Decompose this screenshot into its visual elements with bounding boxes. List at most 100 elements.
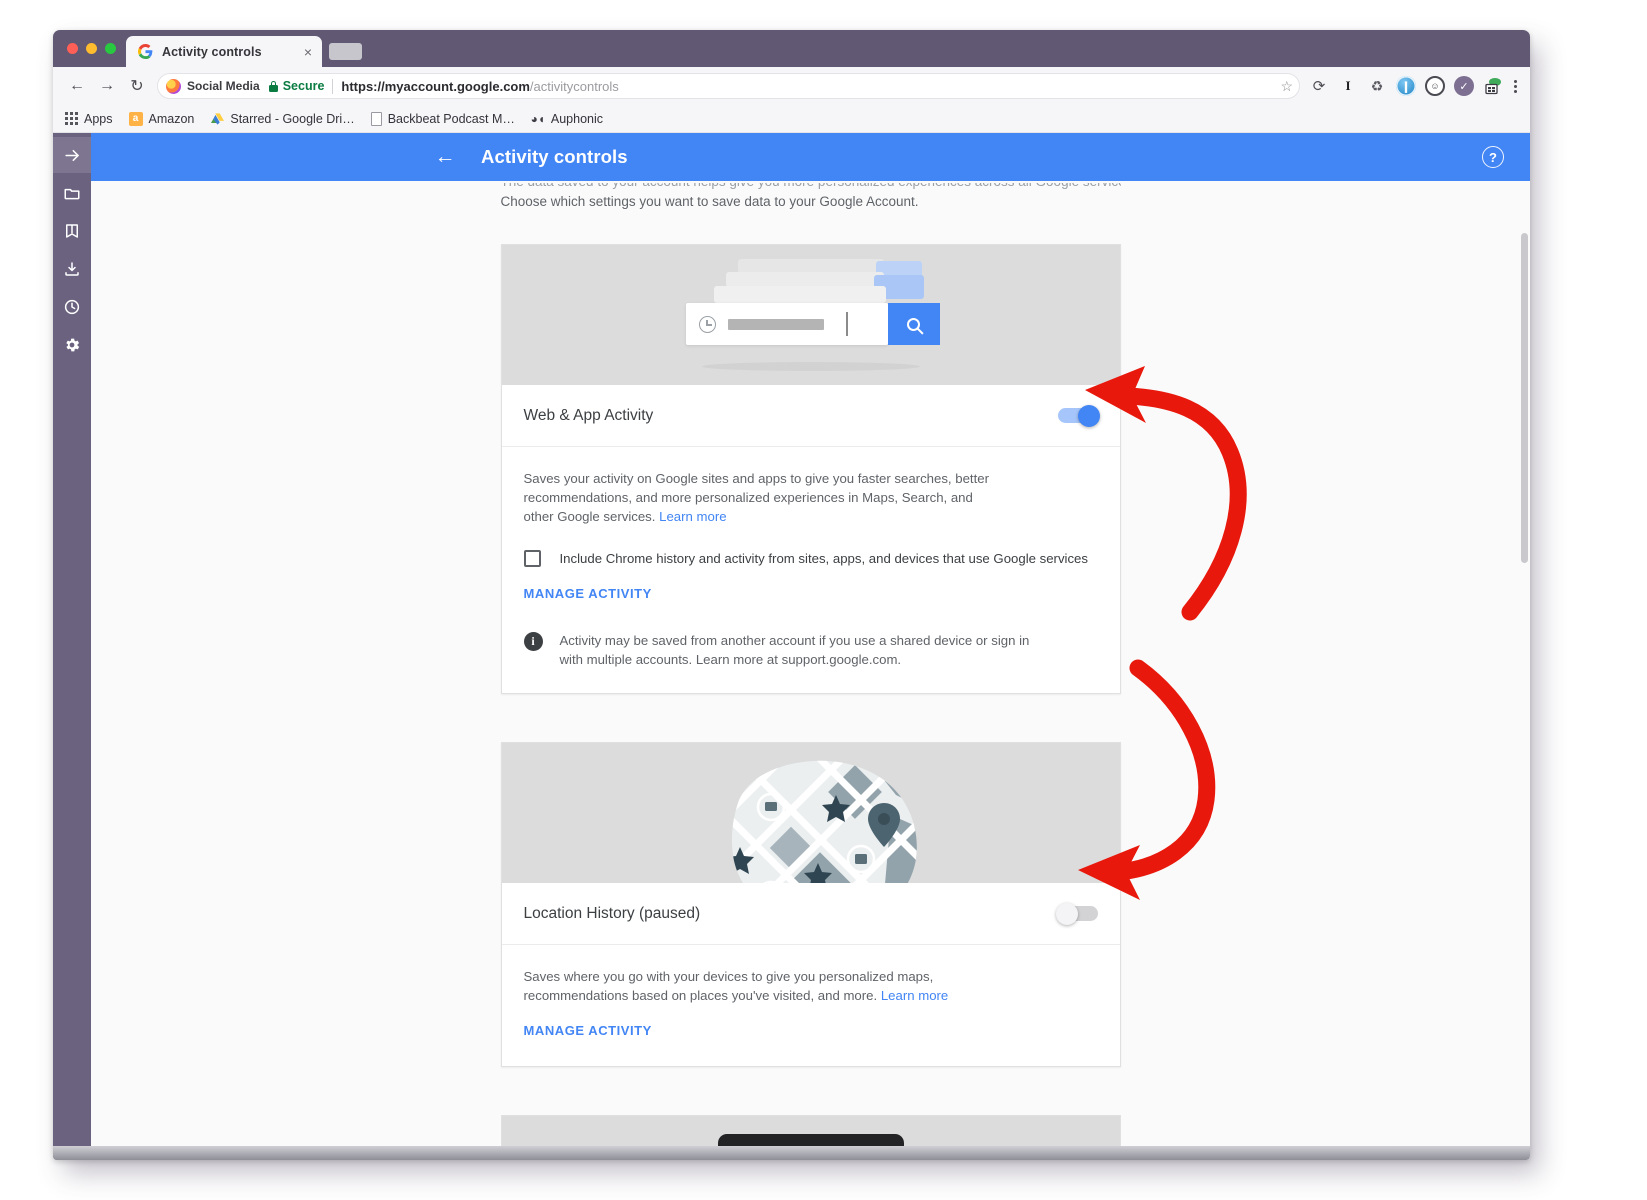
new-tab-placeholder[interactable] (329, 43, 362, 60)
face-extension-icon[interactable]: ☺ (1425, 76, 1445, 96)
page-scrollbar[interactable] (1521, 233, 1528, 563)
maximize-window-button[interactable] (105, 43, 116, 54)
profile-chip[interactable]: Social Media (166, 78, 269, 94)
card-description: Saves your activity on Google sites and … (524, 469, 1004, 526)
secure-indicator[interactable]: Secure (268, 79, 333, 93)
bookmark-backbeat-podcast[interactable]: Backbeat Podcast M… (370, 111, 515, 126)
address-bar[interactable]: Social Media Secure https://myaccount.go… (157, 73, 1300, 99)
close-tab-button[interactable]: × (302, 45, 314, 59)
card-description: Saves where you go with your devices to … (524, 967, 1004, 1005)
url-text: https://myaccount.google.com/activitycon… (341, 79, 618, 94)
location-history-card: Location History (paused) Saves where yo… (500, 742, 1121, 1067)
tab-title: Activity controls (162, 44, 262, 59)
bookmark-label: Auphonic (550, 111, 603, 126)
auphonic-icon: ◕◖ (530, 111, 546, 126)
profile-name: Social Media (187, 79, 260, 93)
web-app-activity-toggle[interactable] (1057, 404, 1100, 427)
page-root: Activity controls × ← → ↻ Social Media S… (0, 0, 1647, 1200)
reload-button[interactable]: ↻ (123, 72, 151, 100)
intro-text: The data saved to your account helps giv… (501, 181, 1121, 212)
intro-line-2: Choose which settings you want to save d… (500, 194, 919, 209)
web-page-content: ← Activity controls ? The data saved to … (91, 133, 1530, 1160)
apps-grid-icon (65, 112, 78, 125)
manage-activity-link[interactable]: MANAGE ACTIVITY (524, 1023, 652, 1038)
clock-icon (698, 315, 716, 333)
bookmark-label: Amazon (148, 111, 195, 126)
sidebar-item-expand[interactable] (53, 137, 91, 173)
browser-viewport: ← Activity controls ? The data saved to … (53, 133, 1530, 1160)
back-navigation-icon[interactable]: ← (421, 145, 469, 169)
lock-icon (268, 80, 278, 92)
manage-activity-link[interactable]: MANAGE ACTIVITY (524, 586, 652, 601)
url-host: https://myaccount.google.com (341, 78, 530, 94)
learn-more-link[interactable]: Learn more (881, 988, 948, 1003)
bookmark-google-drive[interactable]: Starred - Google Dri… (210, 111, 355, 126)
omnibox-divider (332, 78, 334, 94)
bookmarks-bar: Apps a Amazon Starred - Google Dri… Back… (53, 105, 1530, 133)
page-scroll-area: The data saved to your account helps giv… (91, 181, 1530, 1160)
minimize-window-button[interactable] (86, 43, 97, 54)
map-illustration-graphic (686, 755, 936, 883)
bookmark-amazon[interactable]: a Amazon (128, 111, 195, 126)
profile-avatar-icon (166, 78, 181, 94)
web-app-activity-header: Web & App Activity (501, 385, 1120, 447)
shield-extension-icon[interactable]: ❙ (1396, 76, 1416, 96)
help-icon[interactable]: ? (1482, 146, 1504, 168)
card-title: Web & App Activity (523, 406, 654, 424)
illustration-shadow (701, 362, 920, 371)
checkmark-extension-icon[interactable]: ✓ (1454, 76, 1474, 96)
google-g-icon (138, 44, 153, 59)
search-extension-icon[interactable]: ⟳ (1309, 76, 1329, 96)
browser-toolbar: ← → ↻ Social Media Secure https://myacco… (53, 67, 1530, 105)
bookmark-label: Apps (84, 111, 113, 126)
browser-window: Activity controls × ← → ↻ Social Media S… (53, 30, 1530, 1160)
shared-device-note-text: Activity may be saved from another accou… (559, 633, 1030, 667)
italic-i-extension-icon[interactable]: I (1338, 76, 1358, 96)
close-window-button[interactable] (67, 43, 78, 54)
page-title: Activity controls (481, 146, 628, 167)
include-chrome-history-label: Include Chrome history and activity from… (559, 551, 1089, 566)
bookmark-apps[interactable]: Apps (65, 112, 113, 126)
illustration-text-caret (845, 312, 848, 336)
secure-label: Secure (282, 79, 325, 93)
sidebar-item-folder[interactable] (53, 175, 91, 211)
forward-button[interactable]: → (93, 72, 121, 100)
tab-strip: Activity controls × (53, 30, 1530, 67)
app-bar: ← Activity controls ? (91, 133, 1530, 181)
browser-tab[interactable]: Activity controls × (126, 36, 322, 67)
location-history-body: Saves where you go with your devices to … (502, 945, 1120, 1066)
sidebar-item-settings[interactable] (53, 327, 91, 363)
extension-icons: ⟳ I ♻ ❙ ☺ ✓ (1309, 76, 1507, 96)
sidebar-item-bookmarks[interactable] (53, 213, 91, 249)
sidebar-item-downloads[interactable] (53, 251, 91, 287)
search-illustration-graphic (685, 259, 940, 359)
kebab-menu-icon[interactable] (1509, 79, 1522, 93)
bookmark-star-icon[interactable]: ☆ (1274, 78, 1293, 95)
google-drive-icon (210, 112, 224, 126)
illustration-search-button (887, 303, 940, 345)
shared-device-note: i Activity may be saved from another acc… (523, 631, 1098, 669)
url-path: /activitycontrols (529, 78, 619, 94)
recycle-extension-icon[interactable]: ♻ (1367, 76, 1387, 96)
back-button[interactable]: ← (63, 72, 91, 100)
window-traffic-lights (61, 30, 126, 67)
document-icon (370, 111, 382, 126)
map-illustration (501, 743, 1120, 883)
search-icon (907, 317, 920, 331)
include-chrome-history-checkbox[interactable] (523, 550, 541, 567)
card-title: Location History (paused) (523, 904, 701, 922)
web-app-activity-card: Web & App Activity Saves your activity o… (500, 244, 1121, 694)
bookmark-label: Backbeat Podcast M… (387, 111, 515, 126)
learn-more-link[interactable]: Learn more (659, 509, 726, 524)
card-description-text: Saves where you go with your devices to … (523, 969, 934, 1003)
illustration-search-field (685, 303, 888, 345)
sidebar-item-history[interactable] (53, 289, 91, 325)
location-history-toggle[interactable] (1055, 902, 1098, 925)
bookmark-label: Starred - Google Dri… (230, 111, 355, 126)
calendar-extension-icon[interactable] (1483, 76, 1503, 96)
intro-line-1-clipped: The data saved to your account helps giv… (501, 183, 1121, 192)
illustration-query-placeholder (727, 318, 824, 330)
bookmark-auphonic[interactable]: ◕◖ Auphonic (531, 112, 603, 126)
browser-side-rail (53, 133, 91, 1160)
amazon-icon: a (128, 111, 143, 126)
